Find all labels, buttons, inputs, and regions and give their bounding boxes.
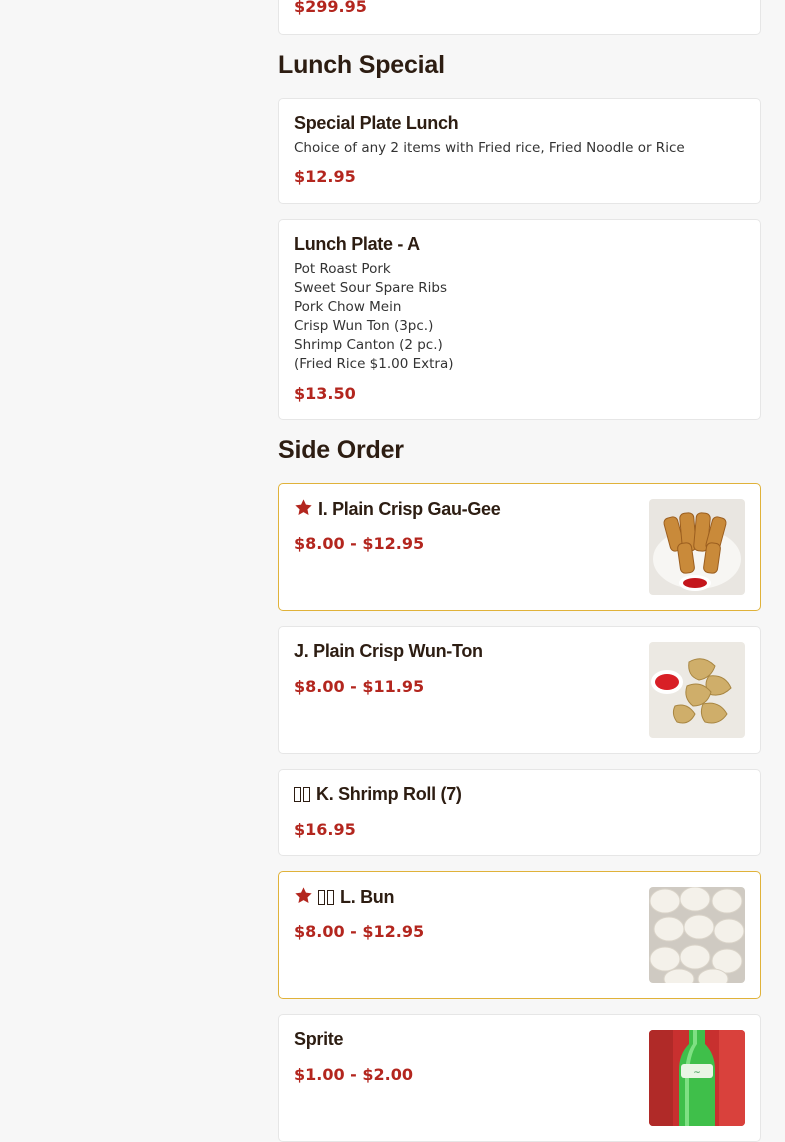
sprite-bottle-photo[interactable]: ~ (649, 1030, 745, 1126)
item-price: $12.95 (294, 167, 356, 186)
item-name-row: L. Bun (294, 886, 394, 908)
section-title-side-order: Side Order (278, 436, 404, 464)
item-price: $8.00 - $12.95 (294, 922, 425, 941)
item-price: $16.95 (294, 820, 356, 839)
item-name: I. Plain Crisp Gau-Gee (318, 499, 501, 519)
svg-text:~: ~ (693, 1068, 701, 1078)
menu-item-card-partial[interactable]: $299.95 (278, 0, 761, 35)
menu-item-card[interactable]: Special Plate Lunch Choice of any 2 item… (278, 98, 761, 204)
wun-ton-photo[interactable] (649, 642, 745, 738)
gau-gee-photo[interactable] (649, 499, 745, 595)
menu-item-card[interactable]: Sprite $1.00 - $2.00 ~ (278, 1014, 761, 1142)
item-name: Lunch Plate - A (294, 234, 420, 254)
item-price: $8.00 - $11.95 (294, 677, 425, 696)
menu-item-card[interactable]: K. Shrimp Roll (7) $16.95 (278, 769, 761, 856)
menu-item-card-featured[interactable]: L. Bun $8.00 - $12.95 (278, 871, 761, 999)
item-name: Sprite (294, 1029, 344, 1049)
item-description: Choice of any 2 items with Fried rice, F… (294, 140, 685, 156)
item-name-row: K. Shrimp Roll (7) (294, 784, 462, 805)
item-price: $299.95 (294, 0, 367, 16)
item-name: L. Bun (340, 887, 395, 907)
item-name: Special Plate Lunch (294, 113, 459, 133)
item-name: J. Plain Crisp Wun-Ton (294, 641, 483, 661)
item-name-row: I. Plain Crisp Gau-Gee (294, 498, 501, 520)
missing-glyph-icon (294, 784, 312, 804)
bun-photo[interactable] (649, 887, 745, 983)
item-description: Pot Roast Pork Sweet Sour Spare Ribs Por… (294, 261, 454, 372)
item-price: $13.50 (294, 384, 356, 403)
item-price: $8.00 - $12.95 (294, 534, 425, 553)
missing-glyph-icon (318, 887, 336, 907)
item-name: K. Shrimp Roll (7) (316, 784, 462, 804)
menu-item-card[interactable]: Lunch Plate - A Pot Roast Pork Sweet Sou… (278, 219, 761, 420)
menu-item-card[interactable]: J. Plain Crisp Wun-Ton $8.00 - $11.95 (278, 626, 761, 754)
item-price: $1.00 - $2.00 (294, 1065, 413, 1084)
star-icon (295, 887, 312, 903)
section-title-lunch-special: Lunch Special (278, 51, 445, 79)
star-icon (295, 499, 312, 515)
menu-item-card-featured[interactable]: I. Plain Crisp Gau-Gee $8.00 - $12.95 (278, 483, 761, 611)
